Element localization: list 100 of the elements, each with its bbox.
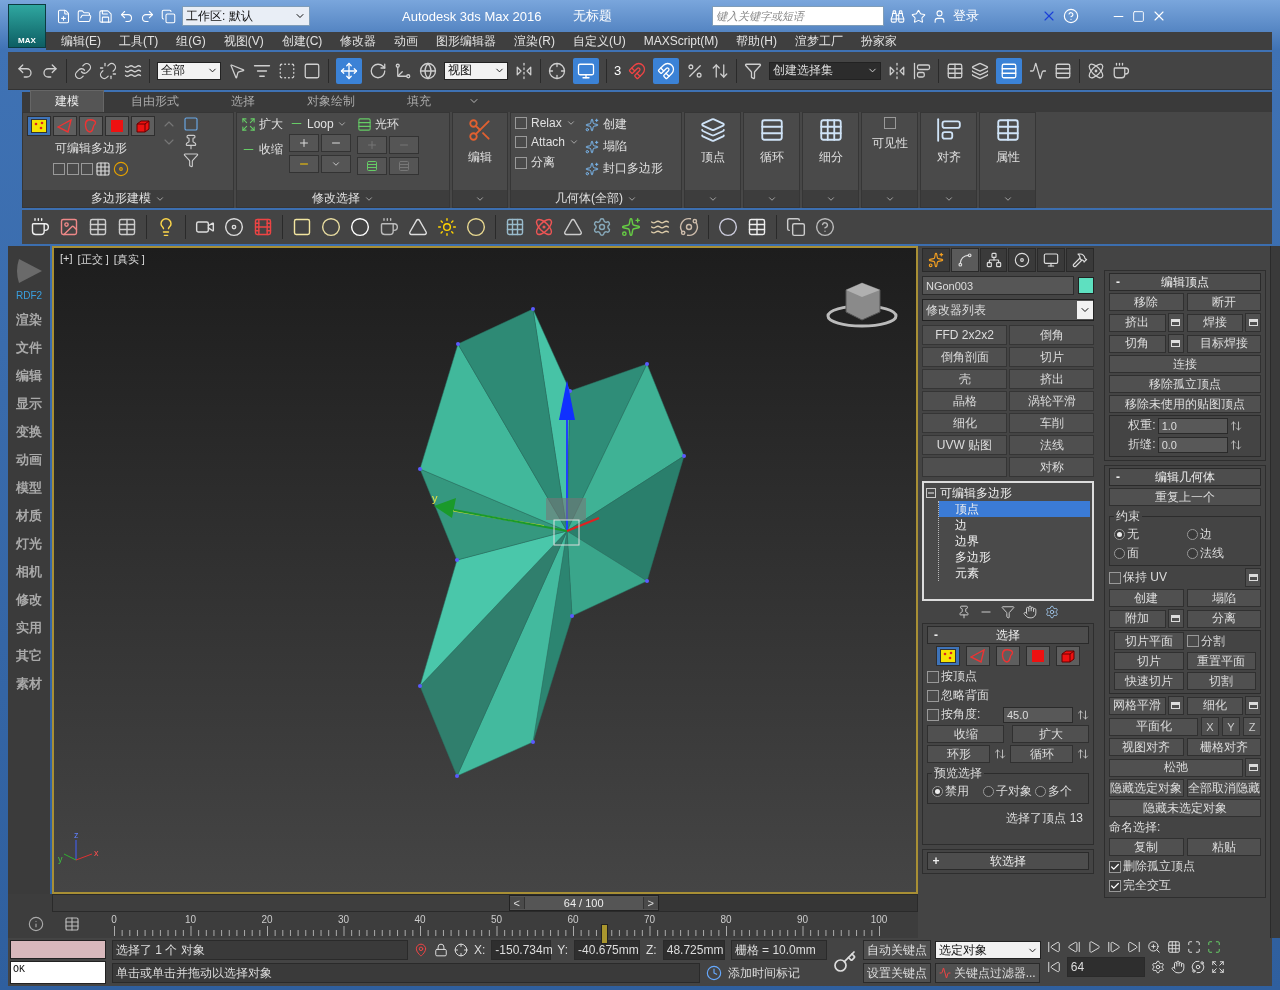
panel-button[interactable]: 细化 [1186,696,1243,715]
ribbon-button[interactable]: 顶点 [700,149,725,166]
menu-item[interactable]: 创建(C) [272,32,332,50]
modifier-button[interactable]: 挤出 [1009,369,1094,389]
panel-button[interactable]: 粘贴 [1186,838,1261,856]
modifier-button[interactable]: UVW 贴图 [922,435,1007,455]
stack-item[interactable]: 可编辑多边形 [926,485,1090,501]
panel-button[interactable]: 栅格对齐 [1186,738,1261,756]
panel-button[interactable]: 松弛 [1109,758,1243,777]
panel-button[interactable]: 全部取消隐藏 [1186,779,1261,797]
rollout-header[interactable]: + 软选择 [927,852,1089,870]
panel-button[interactable]: 焊接 [1186,313,1243,332]
sidebar-item[interactable]: 灯光 [16,535,42,553]
stack-subitem[interactable]: 边界 [939,533,1090,549]
modifier-button[interactable]: 对称 [1009,457,1094,477]
panel-button[interactable]: 重复上一个 [1109,488,1261,506]
ring-button[interactable]: 环形 [927,745,990,763]
panel-button[interactable]: 创建 [1109,589,1184,607]
menu-item[interactable]: 修改器 [331,32,386,50]
app-logo[interactable]: MAX [8,4,46,48]
sidebar-item[interactable]: 显示 [16,395,42,413]
viewport-label[interactable]: [真实 ] [113,252,145,267]
number-field[interactable]: 0.0 [1157,436,1228,453]
sidebar-item[interactable]: 渲染 [16,311,42,329]
viewport-label[interactable]: [+] [60,252,73,267]
geometry-button[interactable]: 创建 [603,116,628,133]
menu-item[interactable]: 图形编辑器 [427,32,506,50]
rollout-header[interactable]: - 编辑顶点 [1109,273,1261,291]
selection-filter-dropdown[interactable]: 全部 [157,61,221,80]
menu-item[interactable]: 视图(V) [214,32,273,50]
modifier-button[interactable]: 法线 [1009,435,1094,455]
coordinate-field[interactable]: -150.734m [491,940,552,960]
menu-item[interactable]: 工具(T) [110,32,168,50]
modifier-button[interactable]: FFD 2x2x2 [922,325,1007,345]
menu-item[interactable]: 动画 [385,32,428,50]
loop-button[interactable]: Loop [307,116,334,131]
selection-set-dropdown[interactable]: 创建选择集 [769,61,882,80]
stack-subitem[interactable]: 边 [939,517,1090,533]
sidebar-item[interactable]: 编辑 [16,367,42,385]
modifier-button[interactable]: 倒角 [1009,325,1094,345]
stack-subitem[interactable]: 多边形 [939,549,1090,565]
ribbon-tab[interactable]: 填充 [382,90,456,112]
panel-button[interactable]: 塌陷 [1186,589,1261,607]
sidebar-item[interactable]: 材质 [16,507,42,525]
set-key-button[interactable]: 设置关键点 [862,963,931,983]
sidebar-item[interactable]: 模型 [16,479,42,497]
sidebar-item[interactable]: 修改 [16,591,42,609]
angle-field[interactable]: 45.0 [1003,706,1073,723]
ribbon-button[interactable]: 属性 [995,149,1020,166]
panel-button[interactable]: 移除 [1109,293,1184,311]
panel-button[interactable]: 移除孤立顶点 [1109,375,1261,393]
previous-frame-button[interactable]: < [509,897,524,909]
panel-button[interactable]: 网格平滑 [1109,696,1166,715]
modifier-button[interactable]: 车削 [1009,413,1094,433]
panel-button[interactable]: 重置平面 [1186,652,1256,670]
time-slider-thumb[interactable]: < 64 / 100 > [508,895,659,911]
stack-subitem[interactable]: 元素 [939,565,1090,581]
geometry-button[interactable]: 塌陷 [603,138,628,155]
sidebar-item[interactable]: 动画 [16,451,42,469]
coordinate-field[interactable]: -40.675mm [574,940,641,960]
key-filters-button[interactable]: 关键点过滤器... [934,963,1040,983]
axis-button[interactable]: Y [1222,717,1240,736]
menu-item[interactable]: 自定义(U) [564,32,635,50]
ribbon-button[interactable]: 细分 [818,149,843,166]
panel-button[interactable]: 目标焊接 [1186,334,1261,353]
grow-button[interactable]: 扩大 [1012,725,1089,743]
number-field[interactable]: 1.0 [1157,417,1228,434]
sidebar-item[interactable]: 素材 [16,675,42,693]
ribbon-tab[interactable]: 对象绘制 [282,90,380,112]
add-time-tag-button[interactable]: 添加时间标记 [728,964,800,982]
panel-button[interactable]: 平面化 [1109,717,1198,736]
sidebar-item[interactable]: 其它 [16,647,42,665]
shrink-button[interactable]: 收缩 [927,725,1004,743]
frame-field[interactable]: 64 [1066,957,1145,977]
panel-button[interactable]: 连接 [1109,355,1261,373]
panel-button[interactable]: 切角 [1109,334,1166,353]
panel-button[interactable]: 切片 [1114,652,1184,670]
menu-item[interactable]: 渲染(R) [505,32,564,50]
panel-button[interactable]: 隐藏选定对象 [1109,779,1184,797]
modifier-list-dropdown[interactable]: 修改器列表 [922,299,1094,321]
grow-button[interactable]: 扩大 [259,116,283,133]
loop-button[interactable]: 循环 [1010,745,1073,763]
panel-button[interactable]: 视图对齐 [1109,738,1184,756]
modifier-button[interactable]: 倒角剖面 [922,347,1007,367]
menu-item[interactable]: 编辑(E) [52,32,110,50]
ribbon-button[interactable]: 对齐 [936,149,961,166]
panel-button[interactable]: 切割 [1186,672,1256,690]
panel-button[interactable]: 快速切片 [1114,672,1184,690]
panel-button[interactable]: 隐藏未选定对象 [1109,799,1261,817]
geometry-button[interactable]: 封口多边形 [603,160,664,177]
stack-subitem[interactable]: 顶点 [939,501,1090,517]
menu-item[interactable]: 帮助(H) [727,32,786,50]
panel-button[interactable]: 分离 [1186,609,1261,628]
ribbon-tab[interactable]: 建模 [30,90,104,112]
auto-key-button[interactable]: 自动关键点 [862,940,931,960]
workspace-dropdown[interactable]: 工作区: 默认 [182,6,310,26]
panel-button[interactable]: 挤出 [1109,313,1166,332]
shrink-button[interactable]: 收缩 [259,141,283,158]
panel-button[interactable]: 附加 [1109,609,1166,628]
menu-item[interactable]: 组(G) [167,32,215,50]
